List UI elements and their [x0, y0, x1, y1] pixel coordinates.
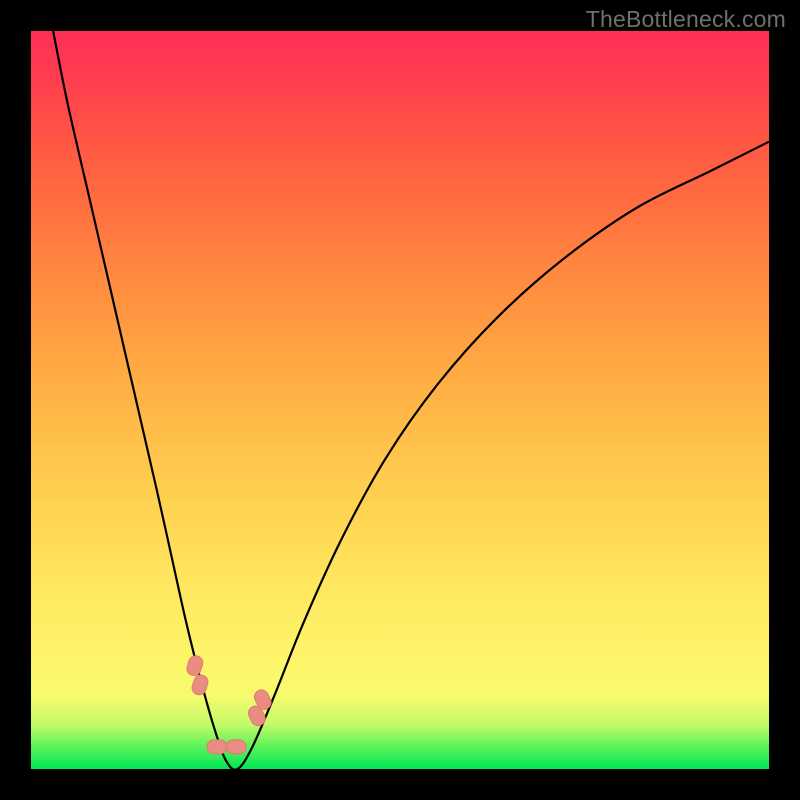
chart-frame: TheBottleneck.com — [0, 0, 800, 800]
watermark-text: TheBottleneck.com — [586, 6, 786, 33]
marker-capsule — [226, 740, 246, 754]
marker-capsule — [190, 673, 209, 696]
marker-capsule — [185, 654, 204, 677]
marker-capsule — [207, 740, 227, 754]
bottleneck-curve — [53, 31, 769, 769]
plot-area — [31, 31, 769, 769]
markers — [185, 654, 273, 754]
curve-layer — [31, 31, 769, 769]
